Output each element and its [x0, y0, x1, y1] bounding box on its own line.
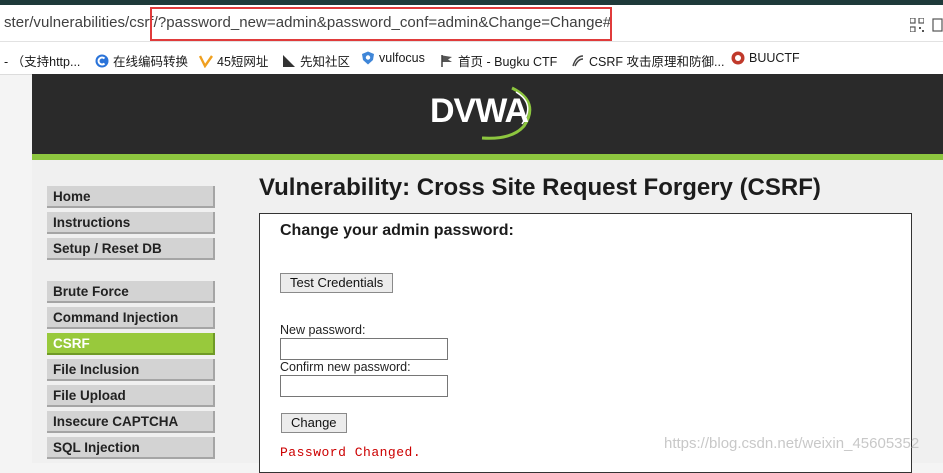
watermark: https://blog.csdn.net/weixin_45605352 — [664, 435, 920, 452]
bookmark-item[interactable]: 先知社区 — [282, 51, 350, 70]
menu-item-instructions[interactable]: Instructions — [47, 212, 215, 234]
address-bar[interactable]: ster/vulnerabilities/csrf/?password_new=… — [0, 5, 943, 42]
new-password-field[interactable] — [280, 338, 448, 360]
xianzhi-icon — [283, 54, 295, 67]
shield-icon — [362, 51, 374, 65]
bookmark-label: CSRF 攻击原理和防御... — [589, 55, 725, 69]
dvwa-page: DVWA Home Instructions Setup / Reset DB … — [32, 74, 943, 473]
bookmark-label: 首页 - Bugku CTF — [458, 55, 558, 69]
new-password-label: New password: — [280, 323, 366, 337]
test-credentials-button[interactable]: Test Credentials — [280, 273, 394, 293]
confirm-password-field[interactable] — [280, 375, 448, 397]
menu-item-insecure-captcha[interactable]: Insecure CAPTCHA — [47, 411, 215, 433]
menu-item-sql-injection[interactable]: SQL Injection — [47, 437, 215, 459]
bookmarks-bar: - （支持http... 在线编码转换 45短网址 先知社区 vulfocus … — [0, 42, 943, 75]
45-icon — [199, 54, 213, 68]
bookmark-item[interactable]: 首页 - Bugku CTF — [440, 51, 557, 70]
confirm-password-label: Confirm new password: — [280, 360, 411, 374]
status-message: Password Changed. — [280, 445, 422, 460]
menu-item-setup-reset-db[interactable]: Setup / Reset DB — [47, 238, 215, 260]
bookmark-label: 45短网址 — [217, 55, 269, 69]
bookmark-item[interactable]: 在线编码转换 — [95, 51, 188, 70]
dvwa-logo[interactable]: DVWA — [430, 92, 529, 131]
menu-item-command-injection[interactable]: Command Injection — [47, 307, 215, 329]
bookmark-label: - （支持http... — [4, 55, 81, 69]
bookmark-label: BUUCTF — [749, 51, 800, 65]
c-logo-icon — [95, 54, 109, 67]
csrf-form-panel: Change your admin password: Test Credent… — [259, 213, 912, 473]
header-accent-stripe — [32, 154, 943, 160]
dvwa-header: DVWA — [32, 74, 943, 154]
bookmark-label: vulfocus — [379, 51, 425, 65]
bookmark-item[interactable]: vulfocus — [361, 51, 425, 65]
qr-code-icon[interactable] — [910, 18, 924, 32]
menu-item-file-upload[interactable]: File Upload — [47, 385, 215, 407]
menu-item-brute-force[interactable]: Brute Force — [47, 281, 215, 303]
flag-icon — [441, 54, 452, 67]
bookmark-item[interactable]: - （支持http... — [4, 51, 80, 70]
bookmark-item[interactable]: 45短网址 — [199, 51, 268, 70]
page-title: Vulnerability: Cross Site Request Forger… — [259, 174, 821, 201]
menu-item-home[interactable]: Home — [47, 186, 215, 208]
menu-item-csrf[interactable]: CSRF — [47, 333, 215, 355]
buuctf-icon — [731, 51, 745, 65]
menu-item-file-inclusion[interactable]: File Inclusion — [47, 359, 215, 381]
panel-heading: Change your admin password: — [280, 222, 514, 239]
change-button[interactable]: Change — [281, 413, 347, 433]
bookmark-label: 在线编码转换 — [113, 55, 189, 69]
bookmark-item[interactable]: CSRF 攻击原理和防御... — [571, 51, 724, 70]
claw-icon — [572, 54, 584, 66]
bookmark-item[interactable]: BUUCTF — [731, 51, 800, 65]
bookmark-label: 先知社区 — [300, 55, 351, 69]
bookmark-star-icon[interactable] — [932, 18, 943, 32]
url-highlight-box — [150, 7, 612, 41]
